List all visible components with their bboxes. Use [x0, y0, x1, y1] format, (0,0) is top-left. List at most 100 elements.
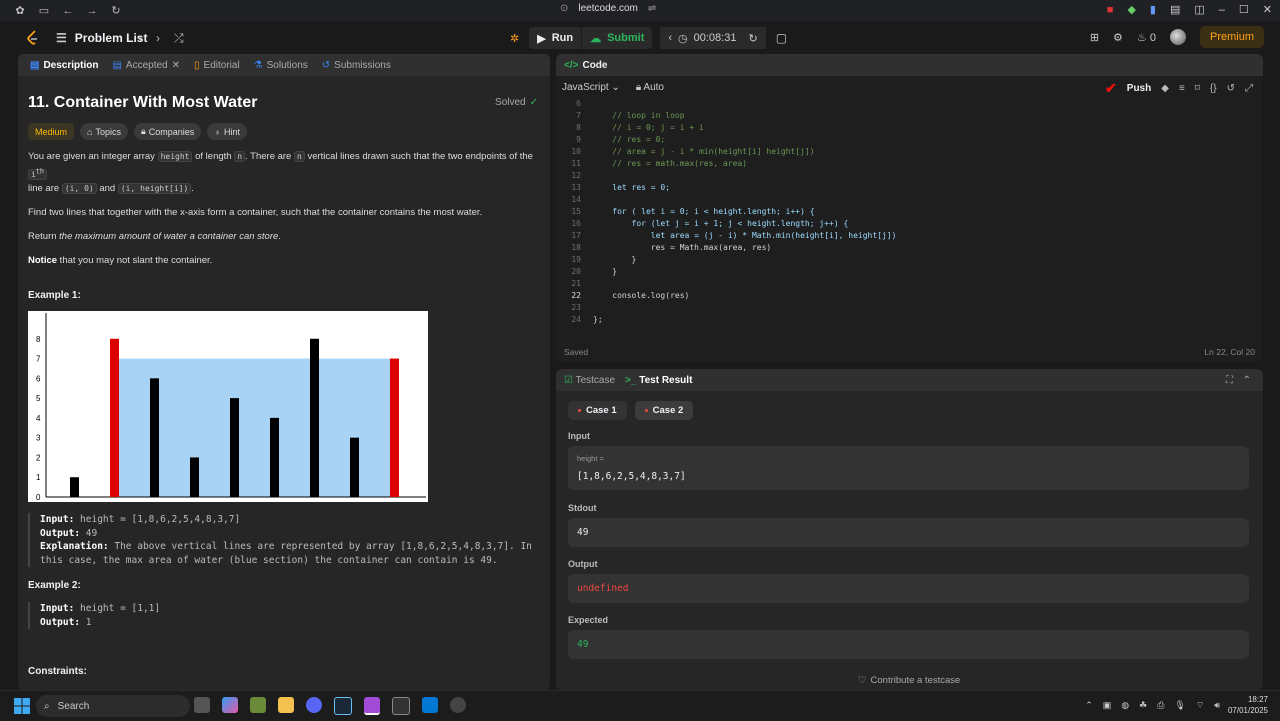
timer[interactable]: ‹ ◷ 00:08:31 ↻	[660, 27, 766, 49]
extension-icon[interactable]: ▮	[1150, 3, 1156, 16]
chevron-left-icon[interactable]: ‹	[668, 32, 672, 44]
run-button[interactable]: ▶ Run	[529, 27, 582, 49]
case-1-tab[interactable]: Case 1	[568, 401, 627, 420]
back-icon[interactable]: ←	[62, 5, 74, 17]
tray-app-icon[interactable]: ▣	[1103, 700, 1112, 711]
code-line[interactable]: 14	[556, 194, 1263, 206]
undo-icon[interactable]: ↺	[1227, 83, 1235, 94]
tray-app-icon[interactable]: ⎙	[1157, 700, 1164, 711]
braces-icon[interactable]: {}	[1210, 83, 1217, 94]
avatar[interactable]	[1169, 29, 1186, 45]
code-line[interactable]: 22 console.log(res)	[556, 290, 1263, 302]
fullscreen-icon[interactable]: ⛶	[1226, 375, 1233, 386]
debug-icon[interactable]: ✲	[510, 32, 519, 45]
tab-submissions[interactable]: ↺ Submissions	[322, 60, 391, 71]
premium-button[interactable]: Premium	[1199, 26, 1264, 48]
microphone-icon[interactable]: 🎙︎	[1174, 700, 1185, 711]
downloads-icon[interactable]: ▤	[1170, 3, 1180, 16]
streak-counter[interactable]: ♨ 0	[1137, 31, 1156, 44]
code-line[interactable]: 9 // res = 0;	[556, 134, 1263, 146]
site-settings-icon[interactable]: ⇌	[648, 3, 656, 14]
chevron-up-icon[interactable]: ⌃	[1085, 700, 1093, 711]
maximize-icon[interactable]: ☐	[1239, 3, 1249, 16]
windows-start-icon[interactable]	[14, 698, 30, 714]
tab-testcase[interactable]: ☑ Testcase	[564, 375, 615, 386]
layout-icon[interactable]: ⊞	[1090, 31, 1099, 44]
code-line[interactable]: 24};	[556, 314, 1263, 326]
shuffle-icon[interactable]: ⤮	[174, 31, 184, 46]
code-line[interactable]: 11 // res = math.max(res, area)	[556, 158, 1263, 170]
store-icon[interactable]	[250, 697, 266, 713]
reload-icon[interactable]: ↻	[110, 5, 122, 17]
tab-editorial[interactable]: ▯ Editorial	[194, 60, 240, 71]
reset-icon[interactable]: ↻	[748, 32, 757, 45]
code-line[interactable]: 12	[556, 170, 1263, 182]
terminal-icon[interactable]	[392, 697, 410, 715]
code-line[interactable]: 18 res = Math.max(area, res)	[556, 242, 1263, 254]
tab-solutions[interactable]: ⚗ Solutions	[254, 60, 308, 71]
wifi-icon[interactable]: ⌔	[1196, 700, 1204, 711]
code-line[interactable]: 19 }	[556, 254, 1263, 266]
code-line[interactable]: 8 // i = 0; j = i + i	[556, 122, 1263, 134]
auto-mode[interactable]: 🔒︎ Auto	[636, 82, 664, 93]
code-line[interactable]: 6	[556, 98, 1263, 110]
problem-list-button[interactable]: ☰ Problem List	[56, 31, 147, 45]
volume-icon[interactable]: 🔊︎	[1214, 700, 1220, 711]
topics-tag[interactable]: ⌂ Topics	[80, 123, 128, 140]
tray-app-icon[interactable]: ◍	[1121, 700, 1129, 711]
bookmark-icon[interactable]: ⌑	[1195, 83, 1200, 94]
browser-icon[interactable]	[364, 697, 380, 715]
code-line[interactable]: 20 }	[556, 266, 1263, 278]
code-line[interactable]: 7 // loop in loop	[556, 110, 1263, 122]
case-label: Case 2	[652, 405, 684, 416]
github-icon[interactable]: ◆	[1161, 83, 1169, 94]
tab-test-result[interactable]: >_ Test Result	[625, 375, 692, 386]
taskbar-clock[interactable]: 18:27 07/01/2025	[1228, 694, 1268, 716]
tray-app-icon[interactable]: ☘	[1139, 700, 1147, 711]
taskbar-search[interactable]: ⌕ Search	[36, 695, 190, 717]
gear-icon[interactable]: ⚙	[1113, 31, 1123, 44]
expand-icon[interactable]: ⤢	[1245, 83, 1253, 94]
input-box[interactable]: height = [1,8,6,2,5,4,8,3,7]	[568, 446, 1249, 490]
case-2-tab[interactable]: Case 2	[634, 401, 694, 420]
github-desktop-icon[interactable]	[450, 697, 466, 713]
browser-menu-icon[interactable]: ✿	[14, 5, 26, 17]
close-tab-icon[interactable]: ✕	[172, 60, 180, 71]
copilot-icon[interactable]	[222, 697, 238, 713]
code-line[interactable]: 23	[556, 302, 1263, 314]
submit-button[interactable]: ☁ Submit	[582, 27, 653, 49]
forward-icon[interactable]: →	[86, 5, 98, 17]
code-line[interactable]: 16 for (let j = i + 1; j < height.length…	[556, 218, 1263, 230]
leetcode-logo-icon[interactable]	[26, 30, 40, 46]
tab-description[interactable]: ▤ Description	[30, 60, 98, 71]
code-line[interactable]: 10 // area = j - i * min(height[i] heigh…	[556, 146, 1263, 158]
minimize-icon[interactable]: –	[1219, 4, 1225, 16]
hint-tag[interactable]: ♁ Hint	[207, 123, 248, 140]
close-icon[interactable]: ✕	[1263, 3, 1272, 16]
tab-accepted[interactable]: ▤ Accepted ✕	[112, 60, 180, 71]
vscode-icon[interactable]	[422, 697, 438, 713]
code-editor[interactable]: 67 // loop in loop 8 // i = 0; j = i + i9…	[556, 98, 1263, 326]
language-select[interactable]: JavaScript ⌄	[562, 82, 620, 93]
extension-icon[interactable]: ◆	[1127, 3, 1135, 16]
task-view-icon[interactable]	[194, 697, 210, 713]
format-icon[interactable]: ≡	[1179, 83, 1185, 94]
code-line[interactable]: 15 for ( let i = 0; i < height.length; i…	[556, 206, 1263, 218]
prev-problem-icon[interactable]: ‹	[138, 31, 142, 46]
collapse-icon[interactable]: ⌃	[1243, 375, 1251, 386]
notes-icon[interactable]: ▢	[776, 31, 787, 45]
contribute-testcase-link[interactable]: ♡ Contribute a testcase	[858, 675, 960, 686]
next-problem-icon[interactable]: ›	[156, 31, 160, 46]
split-view-icon[interactable]: ◫	[1194, 3, 1204, 16]
file-explorer-icon[interactable]	[278, 697, 294, 713]
extension-icon[interactable]: ■	[1107, 4, 1114, 16]
code-line[interactable]: 13 let res = 0;	[556, 182, 1263, 194]
sidebar-toggle-icon[interactable]: ▭	[38, 5, 50, 17]
steam-icon[interactable]	[334, 697, 352, 715]
companies-tag[interactable]: 🔒︎ Companies	[133, 123, 202, 140]
code-line[interactable]: 21	[556, 278, 1263, 290]
push-button[interactable]: Push	[1127, 83, 1151, 94]
address-bar[interactable]: ⊙ leetcode.com ⇌	[560, 3, 656, 14]
discord-icon[interactable]	[306, 697, 322, 713]
code-line[interactable]: 17 let area = (j - i) * Math.min(height[…	[556, 230, 1263, 242]
